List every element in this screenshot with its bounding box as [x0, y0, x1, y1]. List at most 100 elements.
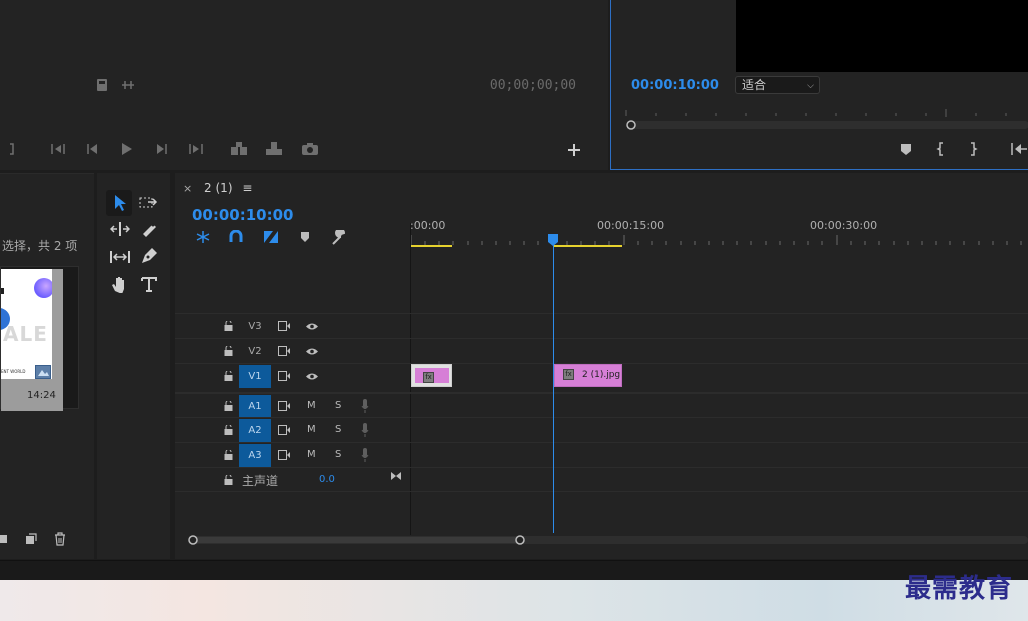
program-scrubber[interactable]: [621, 106, 1028, 134]
list-view-icon[interactable]: [0, 533, 8, 545]
type-tool-icon[interactable]: [141, 275, 157, 293]
sync-lock-icon[interactable]: [278, 346, 291, 356]
play-icon[interactable]: [120, 141, 134, 157]
microphone-icon[interactable]: [361, 423, 369, 437]
pen-tool-icon[interactable]: [140, 247, 158, 265]
track-a1: A1 M S: [175, 392, 1028, 419]
track-name-v3[interactable]: V3: [239, 315, 271, 338]
add-marker-icon[interactable]: [900, 142, 912, 156]
time-ruler[interactable]: :00:00 00:00:15:00 00:00:30:00: [410, 213, 1028, 249]
project-panel: 选择，共 2 项 ALE ENT WORLD 14:24: [0, 173, 94, 559]
sequence-tab[interactable]: × 2 (1) ≡: [183, 181, 252, 195]
lock-icon[interactable]: [224, 450, 233, 460]
project-item-area: ALE ENT WORLD 14:24: [0, 266, 79, 411]
sync-lock-icon[interactable]: [278, 371, 291, 381]
fit-dropdown-value: 适合: [742, 78, 767, 92]
source-export-icons[interactable]: [96, 78, 136, 92]
sync-lock-icon[interactable]: [278, 425, 291, 435]
nest-icon[interactable]: [195, 230, 211, 244]
wrench-settings-icon[interactable]: [331, 230, 347, 246]
playhead-line: [553, 243, 554, 533]
program-video-preview[interactable]: [736, 0, 1028, 72]
mark-out-icon[interactable]: [968, 142, 978, 156]
close-icon[interactable]: ×: [183, 182, 192, 195]
thumbnail-text-large: ALE: [3, 322, 48, 346]
program-monitor-panel: 00:00:10:00 适合 ⌵: [610, 0, 1028, 170]
playhead-handle[interactable]: [547, 233, 559, 247]
program-timecode[interactable]: 00:00:10:00: [631, 78, 719, 93]
watermark-logo: 最需教育: [905, 574, 1014, 604]
source-timecode[interactable]: 00;00;00;00: [490, 78, 576, 93]
lock-icon[interactable]: [224, 425, 233, 435]
eye-icon[interactable]: [305, 372, 319, 381]
fit-dropdown[interactable]: 适合 ⌵: [735, 76, 820, 94]
linked-selection-icon[interactable]: [263, 230, 279, 244]
sequence-timecode[interactable]: 00:00:10:00: [192, 206, 294, 224]
step-forward-icon[interactable]: [155, 142, 169, 156]
trash-icon[interactable]: [54, 532, 66, 546]
slip-tool-icon[interactable]: [109, 248, 131, 266]
go-to-in-icon[interactable]: [1010, 142, 1028, 156]
lock-icon[interactable]: [224, 321, 233, 331]
track-header-a1: A1 M S: [175, 394, 410, 419]
selection-tool-icon[interactable]: [112, 194, 128, 212]
lock-icon[interactable]: [224, 346, 233, 356]
microphone-icon[interactable]: [361, 448, 369, 462]
fx-badge: fx: [563, 369, 574, 380]
export-frame-icon[interactable]: [301, 142, 319, 156]
sync-lock-icon[interactable]: [278, 450, 291, 460]
new-item-icon[interactable]: [25, 533, 37, 545]
timeline-panel: × 2 (1) ≡ 00:00:10:00 :00:00 00:00:15:00…: [175, 173, 1028, 559]
mute-button[interactable]: M: [307, 400, 316, 411]
track-name-a2[interactable]: A2: [239, 419, 271, 442]
lock-icon[interactable]: [224, 371, 233, 381]
clip-1-body: fx: [415, 368, 449, 383]
hamburger-menu-icon[interactable]: ≡: [242, 181, 252, 195]
add-marker-icon[interactable]: [300, 231, 310, 243]
mute-button[interactable]: M: [307, 424, 316, 435]
track-header-a3: A3 M S: [175, 443, 410, 468]
still-image-badge-icon: [35, 365, 51, 379]
track-a3: A3 M S: [175, 442, 1028, 467]
razor-tool-icon[interactable]: [140, 220, 158, 238]
track-select-forward-icon[interactable]: [139, 194, 159, 212]
microphone-icon[interactable]: [361, 399, 369, 413]
timeline-horizontal-scrollbar[interactable]: [188, 535, 1028, 545]
go-to-in-icon[interactable]: [50, 142, 66, 156]
sync-lock-icon[interactable]: [278, 321, 291, 331]
add-button-icon[interactable]: [567, 143, 581, 157]
media-thumbnail[interactable]: ALE ENT WORLD 14:24: [1, 269, 63, 411]
snap-magnet-icon[interactable]: [229, 230, 243, 244]
track-name-v1[interactable]: V1: [239, 365, 271, 388]
track-name-v2[interactable]: V2: [239, 340, 271, 363]
chevron-down-icon: ⌵: [807, 81, 814, 91]
go-to-out-icon[interactable]: [188, 142, 204, 156]
clip-1[interactable]: fx: [411, 364, 452, 387]
mark-in-icon[interactable]: [936, 142, 946, 156]
overwrite-icon[interactable]: [264, 141, 284, 157]
bowtie-icon[interactable]: [390, 471, 402, 481]
solo-button[interactable]: S: [335, 449, 341, 460]
track-name-a1[interactable]: A1: [239, 395, 271, 418]
selection-count: 选择，共 2 项: [2, 239, 78, 253]
solo-button[interactable]: S: [335, 400, 341, 411]
track-header-v2: V2: [175, 339, 410, 364]
hand-tool-icon[interactable]: [111, 275, 129, 293]
solo-button[interactable]: S: [335, 424, 341, 435]
track-name-a3[interactable]: A3: [239, 444, 271, 467]
clip-2[interactable]: fx 2 (1).jpg: [554, 364, 622, 387]
track-header-v1: V1: [175, 364, 410, 389]
ripple-edit-tool-icon[interactable]: [110, 220, 130, 238]
track-v2: V2: [175, 338, 1028, 363]
eye-icon[interactable]: [305, 322, 319, 331]
eye-icon[interactable]: [305, 347, 319, 356]
mark-out-icon[interactable]: [8, 142, 16, 156]
mute-button[interactable]: M: [307, 449, 316, 460]
lock-icon[interactable]: [224, 475, 233, 485]
master-volume-value[interactable]: 0.0: [319, 474, 335, 485]
sync-lock-icon[interactable]: [278, 401, 291, 411]
insert-icon[interactable]: [229, 141, 249, 157]
step-back-icon[interactable]: [85, 142, 99, 156]
desktop-background: [0, 580, 1028, 621]
lock-icon[interactable]: [224, 401, 233, 411]
